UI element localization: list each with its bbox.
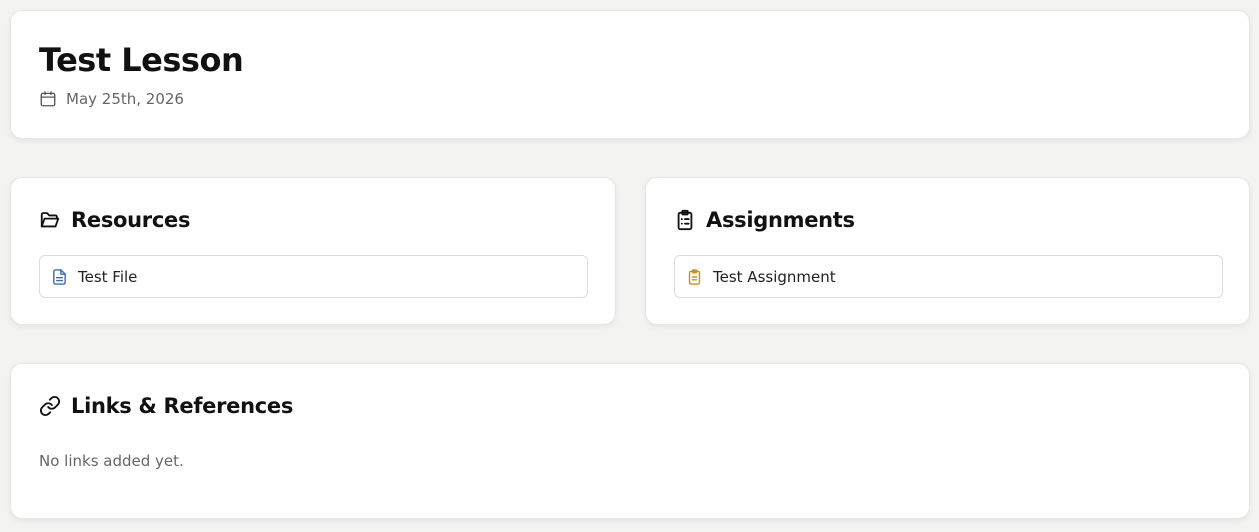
links-card: Links & References No links added yet.: [10, 363, 1250, 519]
file-text-icon: [51, 268, 68, 286]
links-title: Links & References: [71, 394, 294, 418]
page-title: Test Lesson: [39, 41, 244, 79]
folder-open-icon: [39, 209, 61, 231]
links-heading: Links & References: [39, 394, 293, 418]
clipboard-icon: [686, 268, 703, 286]
links-empty-message: No links added yet.: [39, 452, 184, 470]
clipboard-list-icon: [674, 209, 696, 231]
resource-item[interactable]: Test File: [39, 255, 588, 298]
resource-item-label: Test File: [78, 267, 138, 286]
lesson-header-card: Test Lesson May 25th, 2026: [10, 10, 1250, 139]
link-icon: [39, 395, 61, 417]
resources-title: Resources: [71, 208, 191, 232]
resources-card: Resources Test File: [10, 177, 616, 325]
assignment-item[interactable]: Test Assignment: [674, 255, 1223, 298]
lesson-date-row: May 25th, 2026: [39, 90, 184, 108]
resources-heading: Resources: [39, 208, 190, 232]
assignments-title: Assignments: [706, 208, 855, 232]
assignments-heading: Assignments: [674, 208, 855, 232]
assignments-card: Assignments Test Assignment: [645, 177, 1250, 325]
lesson-date: May 25th, 2026: [66, 90, 184, 108]
assignment-item-label: Test Assignment: [713, 267, 836, 286]
calendar-icon: [39, 90, 57, 108]
